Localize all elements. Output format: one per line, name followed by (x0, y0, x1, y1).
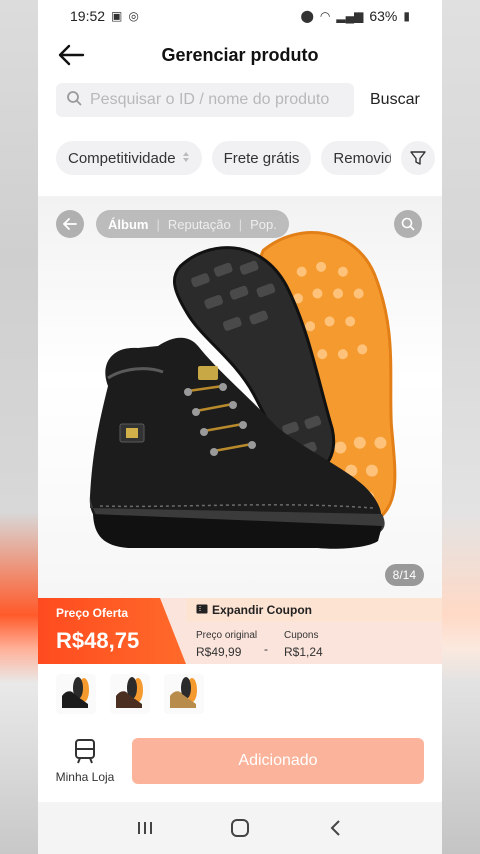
expand-coupon-label: Expandir Coupon (212, 603, 312, 617)
android-nav-bar (38, 802, 442, 854)
page-title: Gerenciar produto (161, 44, 319, 65)
recent-apps-icon[interactable] (130, 813, 160, 843)
offer-price-box: Preço Oferta R$48,75 (38, 598, 186, 664)
battery-percent: 63% (369, 8, 398, 24)
image-counter: 8/14 (384, 564, 424, 586)
image-search-icon[interactable] (394, 210, 422, 238)
variant-thumbnails (56, 674, 204, 714)
coupons-value: R$1,24 (284, 645, 323, 659)
search-icon (66, 90, 82, 111)
store-icon (54, 738, 116, 764)
phone-screen: 19:52 ▣ ◎ ⬤ ◠ ▂▄▆ 63% ▮ Gerenciar produt… (38, 0, 442, 854)
sort-arrows-icon (182, 150, 190, 167)
home-icon[interactable] (225, 813, 255, 843)
filter-chip-competitividade[interactable]: Competitividade (56, 141, 202, 175)
filter-funnel-icon[interactable] (401, 141, 436, 175)
tan-boot-thumbnail-image (170, 677, 197, 708)
thumbnail-black-boot[interactable] (56, 674, 96, 714)
price-band: Preço Oferta R$48,75 Expandir Coupon Pre… (38, 598, 442, 664)
expand-coupon[interactable]: Expandir Coupon (196, 603, 312, 617)
gallery-notification-icon: ▣ (111, 9, 123, 23)
whatsapp-notification-icon: ◎ (128, 9, 139, 23)
filter-chip-frete-gratis[interactable]: Frete grátis (211, 141, 312, 175)
coupons-label: Cupons (284, 630, 319, 641)
image-tabs: Álbum | Reputação | Pop. (96, 210, 289, 238)
chip-label: Competitividade (68, 149, 176, 167)
thumbnail-brown-boot[interactable] (110, 674, 150, 714)
search-row: Buscar (38, 82, 442, 118)
search-input[interactable] (90, 91, 340, 109)
boot-product-image (89, 231, 397, 549)
original-price-label: Preço original (196, 630, 258, 641)
filter-chip-removido[interactable]: Removid (321, 141, 392, 175)
my-store-button[interactable]: Minha Loja (54, 738, 116, 784)
location-icon: ⬤ (300, 9, 314, 23)
status-time: 19:52 (70, 8, 106, 24)
tab-separator: | (238, 216, 243, 232)
bottom-action-bar: Minha Loja Adicionado (38, 734, 442, 800)
filter-bar: Competitividade Frete grátis Removid (38, 140, 442, 176)
image-back-icon[interactable] (56, 210, 84, 238)
store-label: Minha Loja (55, 770, 115, 784)
black-boot-thumbnail-image (62, 677, 89, 708)
top-bar: Gerenciar produto (38, 32, 442, 78)
offer-value: R$48,75 (56, 628, 140, 653)
price-separator: - (264, 642, 268, 656)
battery-icon: ▮ (403, 9, 410, 23)
tab-pop[interactable]: Pop. (250, 217, 277, 232)
tab-reputacao[interactable]: Reputação (168, 217, 231, 232)
back-arrow-icon[interactable] (56, 40, 86, 70)
tab-album[interactable]: Álbum (108, 217, 148, 232)
chip-label: Removid (333, 149, 392, 167)
search-button[interactable]: Buscar (370, 91, 420, 109)
brown-boot-thumbnail-image (116, 677, 143, 708)
search-box[interactable] (56, 83, 354, 117)
coupon-icon (196, 603, 208, 617)
product-image-viewer[interactable]: Álbum | Reputação | Pop. 8/14 (38, 196, 442, 598)
coupons: Cupons R$1,24 (284, 630, 323, 659)
thumbnail-tan-boot[interactable] (164, 674, 204, 714)
blurred-background-left (0, 0, 38, 854)
status-bar: 19:52 ▣ ◎ ⬤ ◠ ▂▄▆ 63% ▮ (38, 0, 442, 32)
tab-separator: | (156, 216, 160, 232)
system-back-icon[interactable] (320, 813, 350, 843)
original-price: Preço original R$49,99 (196, 630, 257, 659)
wifi-icon: ◠ (319, 9, 331, 23)
signal-icon: ▂▄▆ (336, 9, 364, 23)
added-button[interactable]: Adicionado (132, 738, 424, 784)
blurred-background-right (442, 0, 480, 854)
original-price-value: R$49,99 (196, 645, 242, 659)
chip-label: Frete grátis (223, 149, 300, 167)
offer-label: Preço Oferta (56, 606, 129, 620)
